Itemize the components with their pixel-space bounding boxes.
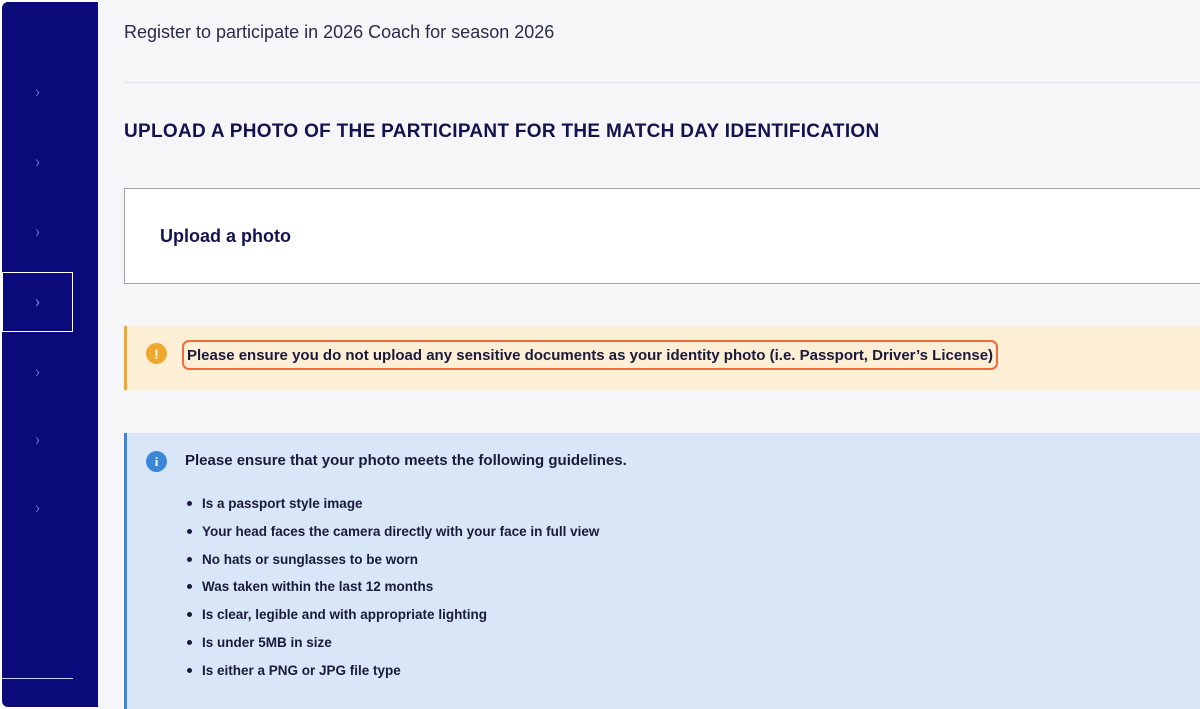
- info-icon: i: [146, 451, 167, 472]
- list-item: Is clear, legible and with appropriate l…: [185, 604, 599, 632]
- upload-photo-dropzone[interactable]: Upload a photo: [124, 188, 1200, 284]
- header-divider: [124, 82, 1200, 83]
- sidebar-item-1[interactable]: ›: [2, 62, 73, 122]
- chevron-right-icon: ›: [34, 497, 41, 519]
- chevron-right-icon: ›: [34, 291, 41, 313]
- info-title: Please ensure that your photo meets the …: [185, 452, 627, 469]
- warning-highlight: Please ensure you do not upload any sens…: [182, 340, 999, 370]
- warning-alert: ! Please ensure you do not upload any se…: [124, 326, 1200, 390]
- chevron-right-icon: ›: [34, 151, 41, 173]
- exclamation-icon: !: [146, 343, 167, 364]
- sidebar: › › › › › › ›: [2, 2, 98, 707]
- sidebar-item-7[interactable]: ›: [2, 478, 73, 538]
- sidebar-item-5[interactable]: ›: [2, 342, 73, 402]
- chevron-right-icon: ›: [34, 429, 41, 451]
- sidebar-item-6[interactable]: ›: [2, 410, 73, 470]
- app-window: › › › › › › › Register to participate in…: [0, 0, 1200, 709]
- warning-text: Please ensure you do not upload any sens…: [187, 346, 994, 364]
- info-alert: i Please ensure that your photo meets th…: [124, 433, 1200, 709]
- list-item: Your head faces the camera directly with…: [185, 521, 599, 549]
- list-item: Is a passport style image: [185, 493, 599, 521]
- sidebar-item-4-active[interactable]: ›: [2, 272, 73, 332]
- chevron-right-icon: ›: [34, 361, 41, 383]
- main-content: Register to participate in 2026 Coach fo…: [98, 0, 1200, 709]
- list-item: Was taken within the last 12 months: [185, 576, 599, 604]
- sidebar-divider: [2, 678, 73, 679]
- upload-photo-label: Upload a photo: [160, 225, 291, 246]
- sidebar-item-2[interactable]: ›: [2, 132, 73, 192]
- list-item: Is under 5MB in size: [185, 632, 599, 660]
- page-subtitle: Register to participate in 2026 Coach fo…: [124, 22, 555, 42]
- list-item: Is either a PNG or JPG file type: [185, 660, 599, 688]
- guidelines-list: Is a passport style image Your head face…: [185, 493, 599, 688]
- chevron-right-icon: ›: [34, 221, 41, 243]
- sidebar-item-3[interactable]: ›: [2, 202, 73, 262]
- section-title: UPLOAD A PHOTO OF THE PARTICIPANT FOR TH…: [124, 121, 880, 142]
- chevron-right-icon: ›: [34, 81, 41, 103]
- list-item: No hats or sunglasses to be worn: [185, 549, 599, 577]
